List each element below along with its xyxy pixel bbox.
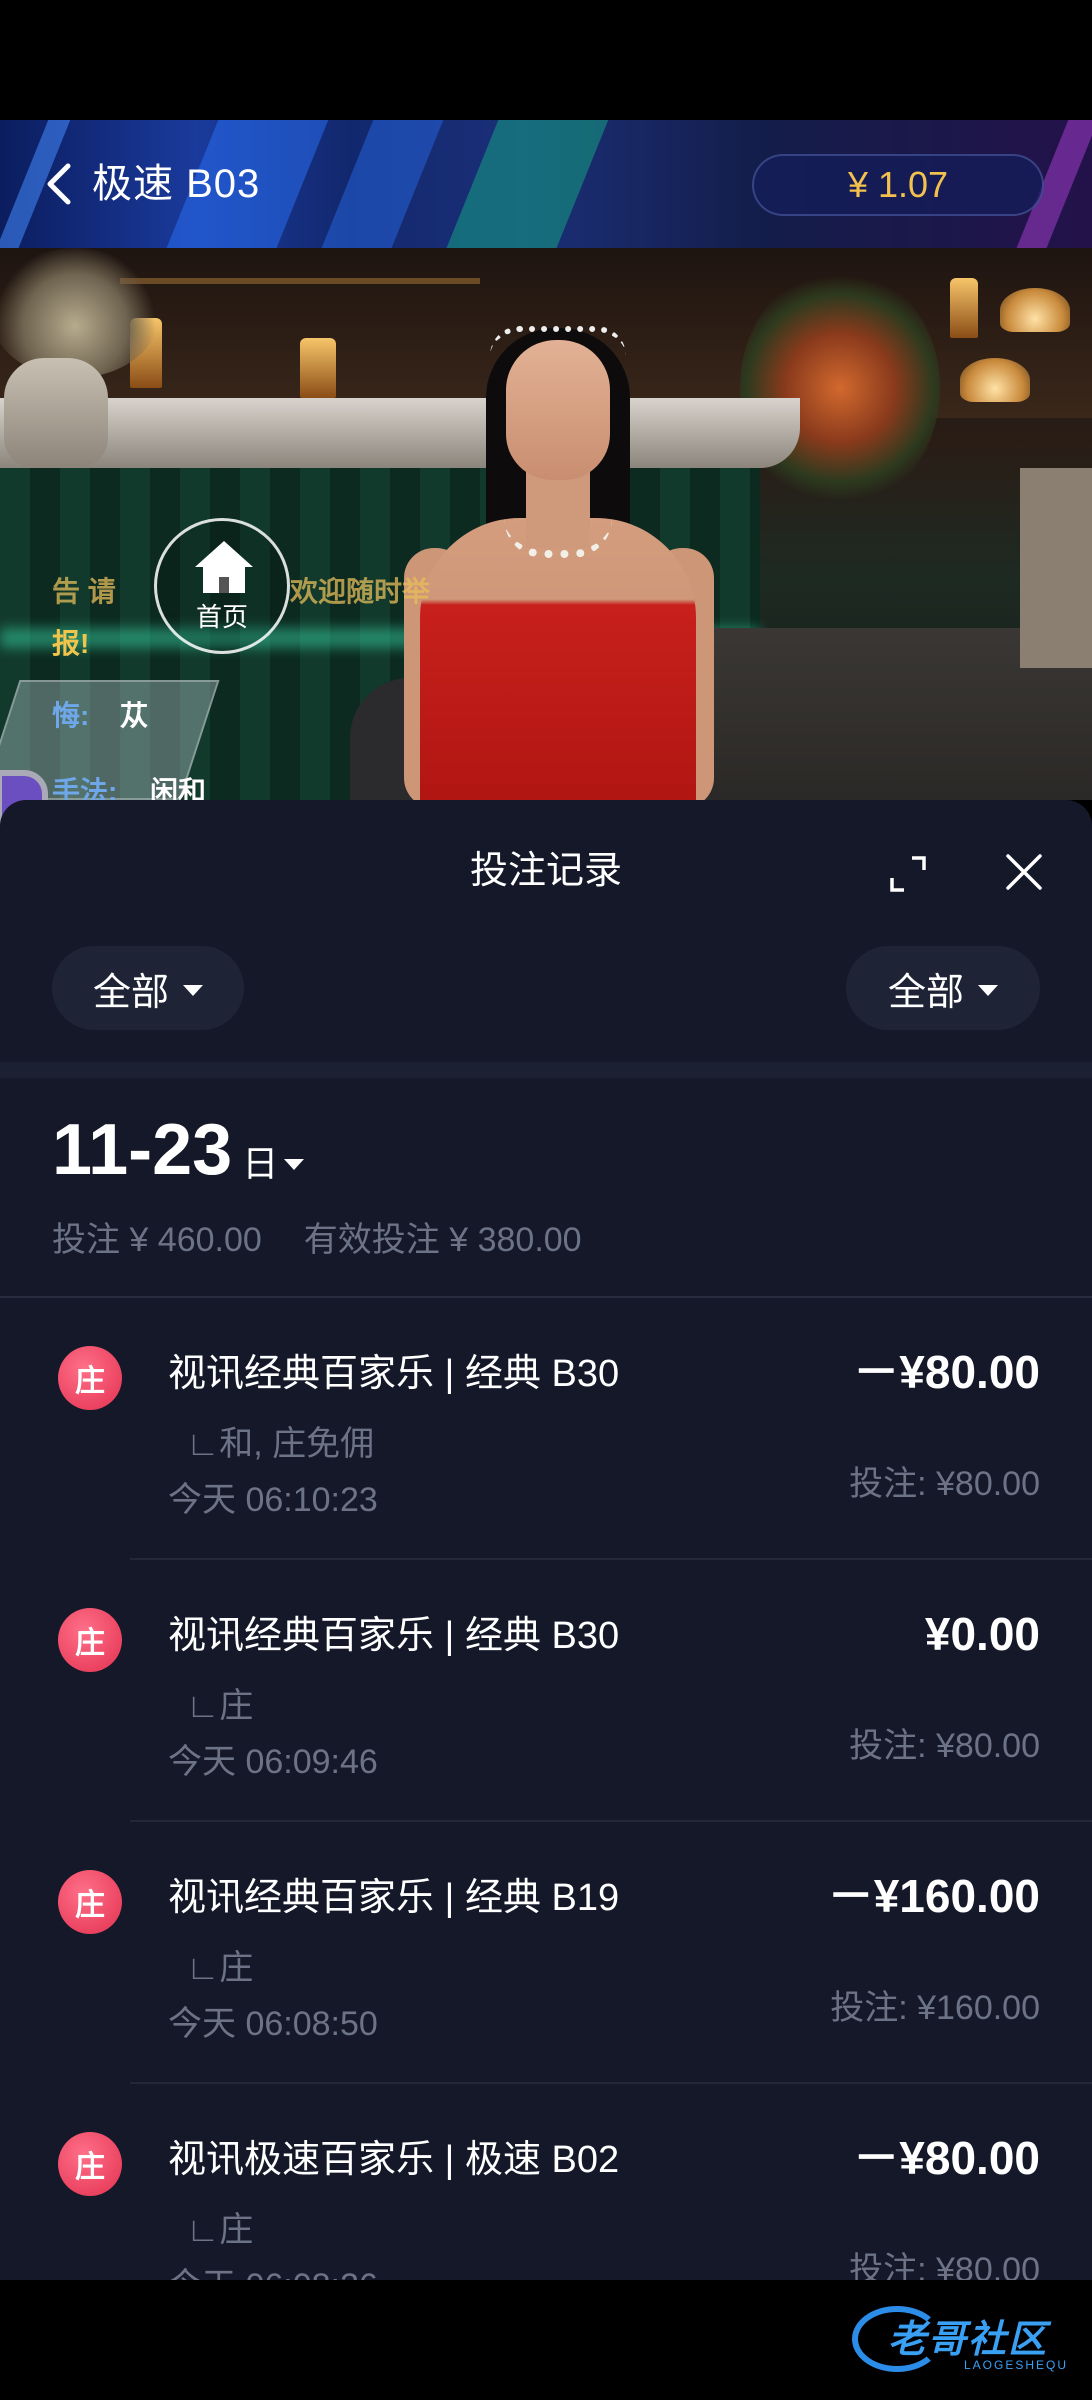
- notice-text: 报!: [52, 628, 90, 659]
- section-divider: [0, 1062, 1092, 1078]
- date-selector[interactable]: 11-23 日: [52, 1110, 305, 1190]
- bet-record-row[interactable]: 庄 视讯经典百家乐 | 经典 B19 －¥160.00 ∟庄 今天 06:08:…: [0, 1822, 1092, 2084]
- record-amount: －¥160.00: [827, 1870, 1040, 1922]
- banker-badge: 庄: [58, 1608, 122, 1672]
- caret-down-icon: [183, 984, 203, 996]
- record-stake: 投注: ¥160.00: [830, 1989, 1040, 2027]
- record-time: 今天 06:10:23: [168, 1481, 378, 1519]
- record-choice: ∟庄: [186, 2211, 254, 2249]
- bet-summary: 投注 ¥ 460.00 有效投注 ¥ 380.00: [52, 1218, 582, 1262]
- date-unit: 日: [242, 1143, 279, 1184]
- watermark-logo: 老哥社区 LAOGESHEQU: [852, 2302, 1078, 2378]
- record-game: 视讯极速百家乐 | 极速 B02: [168, 2139, 620, 2181]
- date-value: 11-23: [52, 1110, 233, 1190]
- bet-record-panel: 投注记录 全部 全部 11-23 日 投注 ¥ 460.00 有效投注 ¥ 380…: [0, 800, 1092, 2280]
- caret-down-icon: [284, 1159, 305, 1170]
- game-filter-dropdown[interactable]: 全部: [52, 946, 244, 1030]
- record-choice: ∟和, 庄免佣: [186, 1425, 375, 1463]
- watermark-subtext: LAOGESHEQU: [964, 2358, 1069, 2372]
- bet-record-row[interactable]: 庄 视讯经典百家乐 | 经典 B30 ¥0.00 ∟庄 今天 06:09:46 …: [0, 1560, 1092, 1822]
- watermark-text: 老哥社区: [888, 2319, 1049, 2361]
- status-bar-area: [0, 0, 1092, 120]
- close-icon[interactable]: [1002, 850, 1046, 894]
- record-time: 今天 06:08:26: [168, 2264, 378, 2280]
- record-game: 视讯经典百家乐 | 经典 B30: [168, 1615, 620, 1657]
- record-game: 视讯经典百家乐 | 经典 B30: [168, 1353, 620, 1395]
- record-choice: ∟庄: [186, 1949, 254, 1987]
- filter-label: 全部: [887, 971, 964, 1014]
- record-amount: ¥0.00: [924, 1608, 1040, 1660]
- record-game: 视讯经典百家乐 | 经典 B19: [168, 1877, 620, 1919]
- banker-badge: 庄: [58, 1870, 122, 1934]
- home-label: 首页: [195, 602, 248, 632]
- valid-bet: 有效投注 ¥ 380.00: [303, 1221, 582, 1259]
- record-stake: 投注: ¥80.00: [849, 1465, 1040, 1503]
- game-header: 极速 B03 ¥ 1.07: [0, 120, 1092, 248]
- info-label: 悔:: [52, 700, 90, 731]
- filter-label: 全部: [92, 971, 169, 1014]
- header-decor-stripe: [308, 120, 452, 248]
- caret-down-icon: [978, 984, 998, 996]
- chevron-left-icon: [47, 163, 71, 205]
- record-time: 今天 06:08:50: [168, 2005, 378, 2043]
- status-filter-dropdown[interactable]: 全部: [846, 946, 1040, 1030]
- banker-badge: 庄: [58, 2132, 122, 2196]
- record-choice: ∟庄: [186, 1687, 254, 1725]
- record-stake: 投注: ¥80.00: [849, 1727, 1040, 1765]
- bet-record-row[interactable]: 庄 视讯经典百家乐 | 经典 B30 －¥80.00 ∟和, 庄免佣 今天 06…: [0, 1298, 1092, 1560]
- table-title: 极速 B03: [92, 162, 261, 206]
- expand-icon[interactable]: [886, 852, 930, 896]
- record-amount: －¥80.00: [853, 1346, 1040, 1398]
- info-value: 苁: [120, 700, 149, 731]
- notice-text: 欢迎随时举: [290, 576, 431, 607]
- home-button[interactable]: 首页: [154, 518, 290, 654]
- notice-text: 告 请: [52, 576, 116, 607]
- back-button[interactable]: [44, 160, 84, 208]
- record-time: 今天 06:09:46: [168, 1743, 378, 1781]
- home-icon: [195, 541, 253, 593]
- total-bet: 投注 ¥ 460.00: [52, 1221, 262, 1259]
- bet-record-row[interactable]: 庄 视讯极速百家乐 | 极速 B02 －¥80.00 ∟庄 今天 06:08:2…: [0, 2084, 1092, 2280]
- balance-pill[interactable]: ¥ 1.07: [752, 154, 1044, 216]
- banker-badge: 庄: [58, 1346, 122, 1410]
- record-amount: －¥80.00: [853, 2132, 1040, 2184]
- header-decor-stripe: [433, 120, 617, 248]
- record-stake: 投注: ¥80.00: [849, 2251, 1040, 2280]
